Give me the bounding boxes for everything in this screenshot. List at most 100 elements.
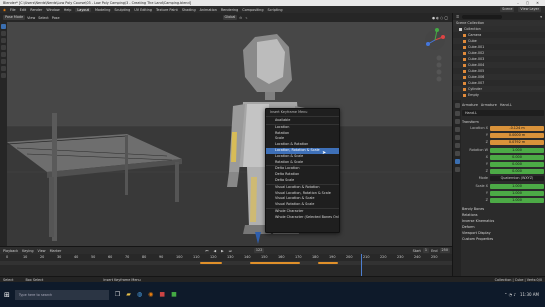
rotation-mode-dropdown[interactable]: Quaternion (WXYZ) [490,175,544,181]
keyframe-range-bar[interactable] [250,262,300,264]
move-tool-icon[interactable] [1,38,6,43]
3d-viewport[interactable]: User Perspective (122) Armature : Hand.L [7,22,452,246]
object-tab-icon[interactable] [454,135,460,140]
blender-logo-icon[interactable]: ◉ [3,8,6,12]
bone-name-field[interactable]: Hand.L [462,110,544,116]
menu-render[interactable]: Render [30,8,42,12]
app-icon[interactable]: ■ [171,291,177,298]
menu-item-whole-character-selected[interactable]: Whole Character (Selected Bones Only) [266,215,339,221]
browser-icon[interactable]: ◍ [137,291,142,298]
workspace-tab-layout[interactable]: Layout [75,7,91,12]
location-x-field[interactable]: -0.124 m [490,125,544,131]
measure-tool-icon[interactable] [1,73,6,78]
outliner-search-input[interactable] [462,14,503,19]
bone-constraint-tab-icon[interactable] [454,167,460,172]
playback-controls[interactable]: ⏮ ◀ ▶ ⏭ [205,249,234,253]
keyframe-range-bar[interactable] [318,262,338,264]
filter-icon[interactable]: ▾ [540,15,542,19]
scale-x-field[interactable]: 1.000 [490,183,544,189]
camera-icon [463,33,466,37]
empty-icon [463,93,466,97]
menu-item-delta-location[interactable]: Delta Location [266,165,339,172]
properties-breadcrumb: Armature Armature Hand.L [462,103,512,107]
scale-z-row: Z 1.000 [462,197,544,203]
workspace-tab-rendering[interactable]: Rendering [221,8,238,12]
taskbar-clock[interactable]: 11:30 AM [520,292,539,297]
timeline-menu-view[interactable]: View [38,249,46,253]
scene-selector[interactable]: Scene [500,7,515,12]
location-y-field[interactable]: 0.0000 m [490,132,544,138]
snap-icon[interactable]: ⌁ [245,16,247,20]
menu-file[interactable]: File [10,8,16,12]
viewport-menu-view[interactable]: View [27,16,35,20]
transform-tool-icon[interactable] [1,59,6,64]
workspace-tab-uv-editing[interactable]: UV Editing [134,8,152,12]
transform-orientation-selector[interactable]: Global [222,15,238,20]
app-icon[interactable]: ■ [159,291,165,298]
viewport-menu-pose[interactable]: Pose [52,16,60,20]
viewport-menu-select[interactable]: Select [38,16,48,20]
menu-help[interactable]: Help [64,8,72,12]
tool-shelf [0,22,7,246]
timeline-editor[interactable]: Playback Keying View Marker ⏮ ◀ ▶ ⏭ 122 … [0,246,452,276]
start-frame-field[interactable]: 1 [422,248,430,253]
output-tab-icon[interactable] [454,119,460,124]
armature-data-tab-icon[interactable] [454,151,460,156]
blender-taskbar-icon[interactable]: ◉ [148,291,153,298]
menu-item-location[interactable]: Location [266,123,339,131]
view-layer-selector[interactable]: View Layer [518,7,541,12]
select-tool-icon[interactable] [1,24,6,29]
workspace-tab-texture-paint[interactable]: Texture Paint [156,8,178,12]
current-frame-field[interactable]: 122 [253,248,265,253]
start-label: Start [412,248,421,253]
workspace-tab-scripting[interactable]: Scripting [268,8,283,12]
tool-tab-icon[interactable] [454,103,460,108]
menu-title: Insert Keyframe Menu [266,109,339,117]
workspace-tab-modeling[interactable]: Modeling [95,8,110,12]
cursor-tool-icon[interactable] [1,31,6,36]
rotate-tool-icon[interactable] [1,45,6,50]
mode-selector[interactable]: Pose Mode [3,15,26,20]
workspace-tab-sculpting[interactable]: Sculpting [114,8,130,12]
scale-z-field[interactable]: 1.000 [490,197,544,203]
scene-tab-icon[interactable] [454,127,460,132]
timeline-menu-keying[interactable]: Keying [22,249,33,253]
workspace-tab-shading[interactable]: Shading [182,8,196,12]
menu-edit[interactable]: Edit [20,8,27,12]
scale-y-field[interactable]: 1.000 [490,190,544,196]
viewport-scene [7,22,452,246]
annotate-tool-icon[interactable] [1,66,6,71]
shading-solid-icon[interactable]: ● ◐ ○ ◯ [432,16,448,20]
windows-taskbar: ⊞ Type here to search ❐ ▰ ◍ ◉ ■ ■ ⌃ ◔ ♪ … [0,282,545,307]
menu-item-visual-location-rotation[interactable]: Visual Location & Rotation [266,183,339,191]
pivot-icon[interactable]: ⊙ [239,16,242,20]
outliner-item[interactable]: Empty [453,92,545,98]
outliner-display-mode-icon[interactable]: ☰ [456,15,459,19]
bone-tab-icon[interactable] [454,159,460,164]
menu-item-whole-character[interactable]: Whole Character [266,207,339,215]
mesh-icon [463,51,466,55]
timeline-menu-marker[interactable]: Marker [50,249,62,253]
window-controls[interactable]: – ▢ ✕ [517,1,545,5]
section-custom-properties[interactable]: Custom Properties [462,236,544,242]
playhead[interactable] [361,254,362,276]
file-explorer-icon[interactable]: ▰ [126,291,131,298]
modifier-tab-icon[interactable] [454,143,460,148]
menu-window[interactable]: Window [46,8,59,12]
location-z-field[interactable]: 0.0792 m [490,139,544,145]
render-tab-icon[interactable] [454,111,460,116]
rotation-w-field[interactable]: 1.000 [490,147,544,153]
system-tray-icon[interactable]: ⌃ ◔ ♪ [504,292,516,297]
task-view-icon[interactable]: ❐ [115,291,120,298]
end-frame-field[interactable]: 250 [439,248,450,253]
workspace-tab-animation[interactable]: Animation [200,8,217,12]
timeline-menu-playback[interactable]: Playback [3,249,18,253]
taskbar-search-input[interactable]: Type here to search [14,289,109,300]
workspace-tab-compositing[interactable]: Compositing [242,8,263,12]
keyframe-range-bar[interactable] [200,262,222,264]
rotation-y-field[interactable]: 0.000 [490,161,544,167]
rotation-x-field[interactable]: 0.000 [490,154,544,160]
scale-tool-icon[interactable] [1,52,6,57]
rotation-z-field[interactable]: 0.000 [490,168,544,174]
windows-start-icon[interactable]: ⊞ [4,291,10,299]
